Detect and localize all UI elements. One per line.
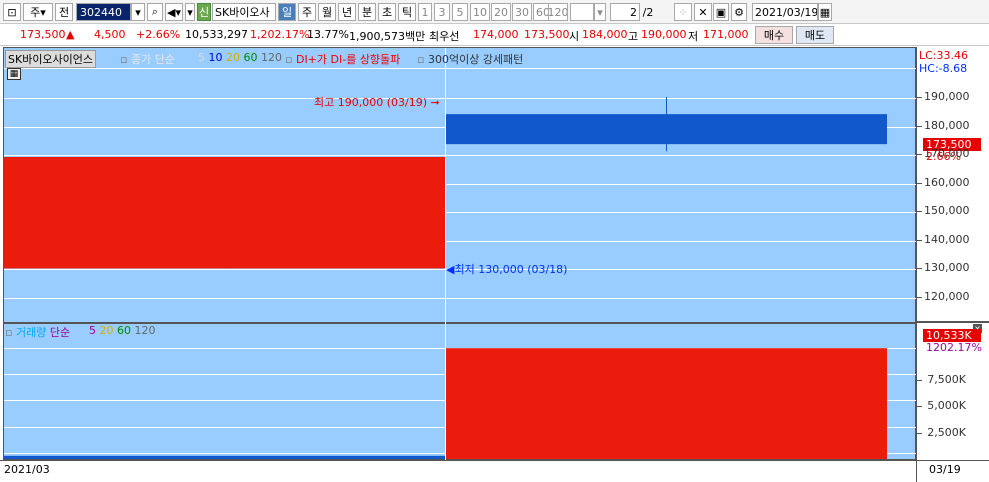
high-annotation-text: 최고 190,000 (03/19)	[314, 96, 428, 109]
arrow-right-icon: ➞	[430, 96, 440, 109]
tick-mark	[916, 406, 922, 408]
candle-body[interactable]	[4, 156, 445, 269]
price-tick: 180,000	[924, 118, 970, 132]
tick-mark	[916, 432, 922, 434]
volume-bar[interactable]	[446, 348, 887, 459]
tick-mark	[916, 268, 922, 270]
tick-mark	[916, 296, 922, 298]
x-axis: 2021/03 03/19	[0, 460, 989, 482]
price-tick: 170,000	[924, 147, 970, 161]
volume-pct-label: 1202.17%	[926, 341, 982, 354]
price-tick: 160,000	[924, 175, 970, 189]
volume-tick: 5,000K	[927, 399, 966, 413]
high-annotation: 최고 190,000 (03/19) ➞	[314, 94, 440, 110]
price-tick: 190,000	[924, 90, 970, 103]
x-axis-left-label: 2021/03	[4, 463, 50, 476]
candle-body[interactable]	[446, 114, 887, 145]
tick-mark	[916, 380, 922, 382]
tick-mark	[916, 239, 922, 241]
price-tick: 150,000	[924, 204, 970, 218]
price-tick: 140,000	[924, 232, 970, 246]
volume-bar[interactable]	[4, 455, 445, 459]
low-annotation: ◀최저 130,000 (03/18)	[446, 261, 567, 277]
x-axis-right-label: 03/19	[929, 463, 961, 476]
candlestick-chart	[4, 97, 887, 459]
low-annotation-text: 최저 130,000 (03/18)	[454, 263, 568, 276]
price-tick: 130,000	[924, 261, 970, 275]
tick-mark	[916, 154, 922, 156]
price-tick: 120,000	[924, 289, 970, 303]
tick-mark	[916, 97, 922, 98]
tick-mark	[916, 211, 922, 213]
volume-tick: 7,500K	[927, 373, 966, 387]
tick-mark	[916, 182, 922, 184]
volume-tick: 2,500K	[927, 425, 966, 439]
tick-mark	[916, 125, 922, 127]
